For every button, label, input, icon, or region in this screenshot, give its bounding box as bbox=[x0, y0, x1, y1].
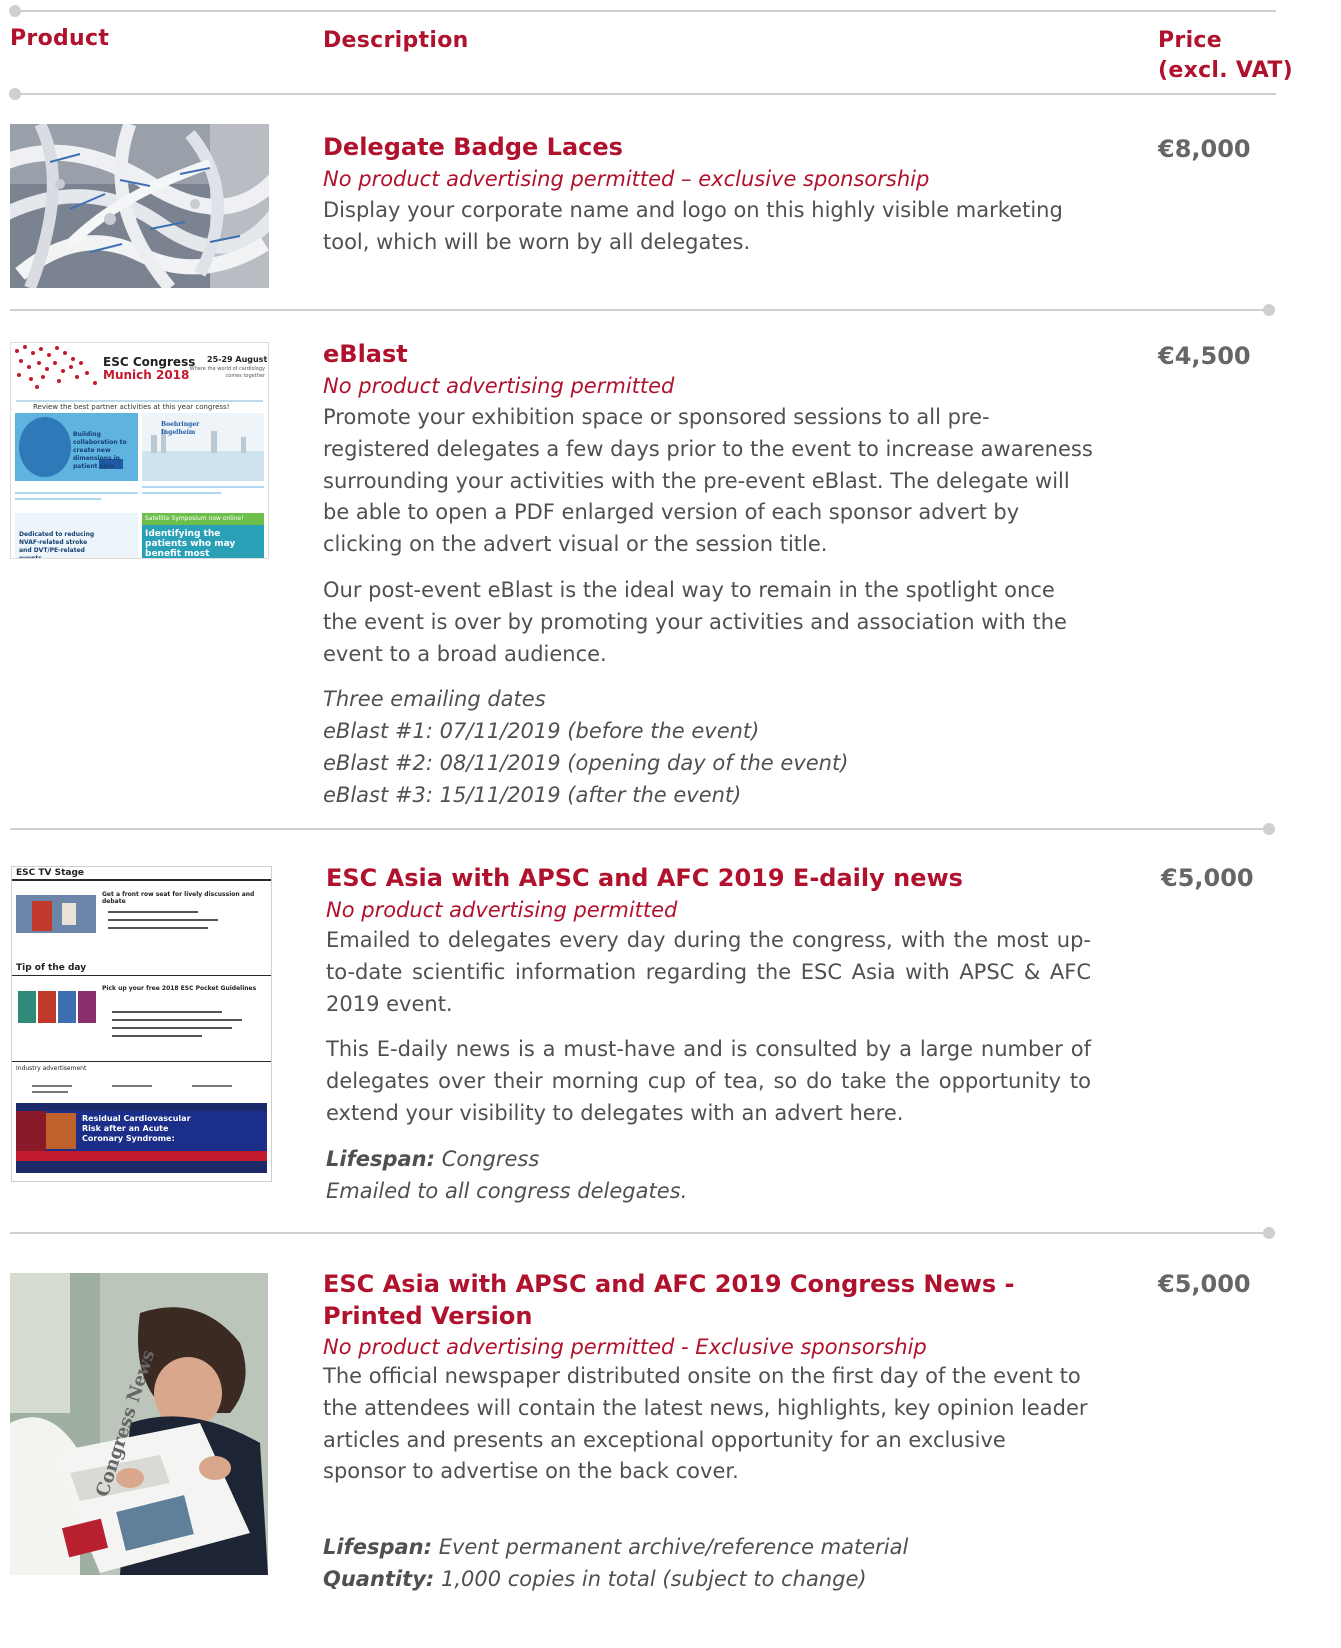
item-description-text: Display your corporate name and logo on … bbox=[323, 198, 1063, 254]
eblast-thumb-card3: Dedicated to reducing NVAF-related strok… bbox=[19, 531, 95, 559]
item-title: ESC Asia with APSC and AFC 2019 Congress… bbox=[323, 1268, 1014, 1332]
item-price: €8,000 bbox=[1158, 135, 1251, 163]
quantity-label: Quantity: bbox=[323, 1566, 435, 1591]
eblast-thumb-brand: Boehringer Ingelheim bbox=[161, 421, 200, 436]
item-title: ESC Asia with APSC and AFC 2019 E-daily … bbox=[326, 864, 963, 892]
item-subtitle: No product advertising permitted - Exclu… bbox=[323, 1335, 927, 1359]
quantity-line: Quantity: 1,000 copies in total (subject… bbox=[323, 1564, 1093, 1596]
item-description-para1: Promote your exhibition space or sponsor… bbox=[323, 405, 1093, 557]
eblast-thumb-dates: 25-29 August bbox=[207, 355, 268, 364]
emailing-dates-heading: Three emailing dates bbox=[323, 687, 546, 712]
emailing-date: eBlast #2: 08/11/2019 (opening day of th… bbox=[323, 750, 849, 775]
eblast-thumb-banner: Review the best partner activities at th… bbox=[33, 403, 230, 411]
item-description: Promote your exhibition space or sponsor… bbox=[323, 402, 1093, 812]
item-title: Delegate Badge Laces bbox=[323, 133, 623, 161]
item-description-para2: This E-daily news is a must-have and is … bbox=[326, 1037, 1091, 1125]
emailing-date: eBlast #3: 15/11/2019 (after the event) bbox=[323, 782, 742, 807]
badge-laces-photo bbox=[10, 124, 269, 288]
edaily-thumb-industry: Industry advertisement bbox=[16, 1065, 87, 1072]
edaily-thumb-headline: Get a front row seat for lively discussi… bbox=[102, 891, 255, 905]
edaily-thumb-stage: ESC TV Stage bbox=[16, 868, 85, 878]
item-description: Display your corporate name and logo on … bbox=[323, 195, 1093, 259]
item-description-para1: Emailed to delegates every day during th… bbox=[326, 928, 1091, 1016]
item-price: €5,000 bbox=[1158, 1270, 1251, 1298]
column-header-description: Description bbox=[323, 28, 469, 53]
lifespan-value: Event permanent archive/reference materi… bbox=[432, 1535, 909, 1560]
eblast-thumb-card1: Building collaboration to create new dim… bbox=[73, 431, 127, 470]
header-bottom-rule bbox=[15, 93, 1276, 95]
item-separator-dot bbox=[1263, 304, 1275, 316]
item-title-line1: ESC Asia with APSC and AFC 2019 Congress… bbox=[323, 1270, 1015, 1298]
eblast-preview-image: ESC Congress Munich 2018 25-29 August Wh… bbox=[10, 342, 269, 559]
item-price: €4,500 bbox=[1158, 342, 1251, 370]
item-separator-dot bbox=[1263, 823, 1275, 835]
lifespan-label: Lifespan: bbox=[323, 1535, 433, 1560]
item-separator bbox=[10, 828, 1268, 830]
item-subtitle: No product advertising permitted bbox=[323, 374, 675, 398]
item-subtitle: No product advertising permitted – exclu… bbox=[323, 167, 930, 191]
lifespan-line: Lifespan: Congress bbox=[326, 1144, 1091, 1176]
eblast-thumb-card4a: Satellite Symposium now online! bbox=[145, 515, 244, 522]
column-header-price: Price (excl. VAT) bbox=[1158, 26, 1293, 86]
item-description: The official newspaper distributed onsit… bbox=[323, 1361, 1093, 1596]
distribution-note: Emailed to all congress delegates. bbox=[326, 1178, 688, 1203]
item-separator-dot bbox=[1263, 1227, 1275, 1239]
emailing-date: eBlast #1: 07/11/2019 (before the event) bbox=[323, 719, 760, 744]
eblast-thumb-city: Munich 2018 bbox=[103, 368, 190, 382]
congress-news-reader-photo: Congress News bbox=[10, 1273, 268, 1575]
item-separator bbox=[10, 1232, 1268, 1234]
column-header-product: Product bbox=[10, 26, 110, 51]
edaily-thumb-tip: Tip of the day bbox=[16, 963, 87, 973]
lifespan-line: Lifespan: Event permanent archive/refere… bbox=[323, 1532, 1093, 1564]
item-description-para2: Our post-event eBlast is the ideal way t… bbox=[323, 577, 1067, 666]
eblast-thumb-tagline: Where the world of cardiology comes toge… bbox=[189, 366, 265, 379]
item-separator bbox=[10, 309, 1268, 311]
item-description-text: The official newspaper distributed onsit… bbox=[323, 1364, 1088, 1484]
edaily-news-preview-image: ESC TV Stage Get a front row seat for li… bbox=[11, 866, 272, 1182]
item-subtitle: No product advertising permitted bbox=[326, 898, 678, 922]
header-top-rule bbox=[15, 10, 1276, 12]
edaily-thumb-ad-title: Residual Cardiovascular Risk after an Ac… bbox=[82, 1114, 191, 1143]
lifespan-value: Congress bbox=[435, 1146, 540, 1171]
lifespan-label: Lifespan: bbox=[326, 1146, 436, 1171]
price-header-line2: (excl. VAT) bbox=[1158, 58, 1293, 83]
eblast-thumb-card4b: Identifying the patients who may benefit… bbox=[145, 529, 236, 559]
item-price: €5,000 bbox=[1161, 864, 1254, 892]
item-description: Emailed to delegates every day during th… bbox=[326, 925, 1091, 1207]
edaily-thumb-tip-head: Pick up your free 2018 ESC Pocket Guidel… bbox=[102, 985, 257, 992]
price-header-line1: Price bbox=[1158, 28, 1222, 53]
item-title-line2: Printed Version bbox=[323, 1302, 533, 1330]
quantity-value: 1,000 copies in total (subject to change… bbox=[434, 1566, 867, 1591]
item-title: eBlast bbox=[323, 340, 408, 368]
